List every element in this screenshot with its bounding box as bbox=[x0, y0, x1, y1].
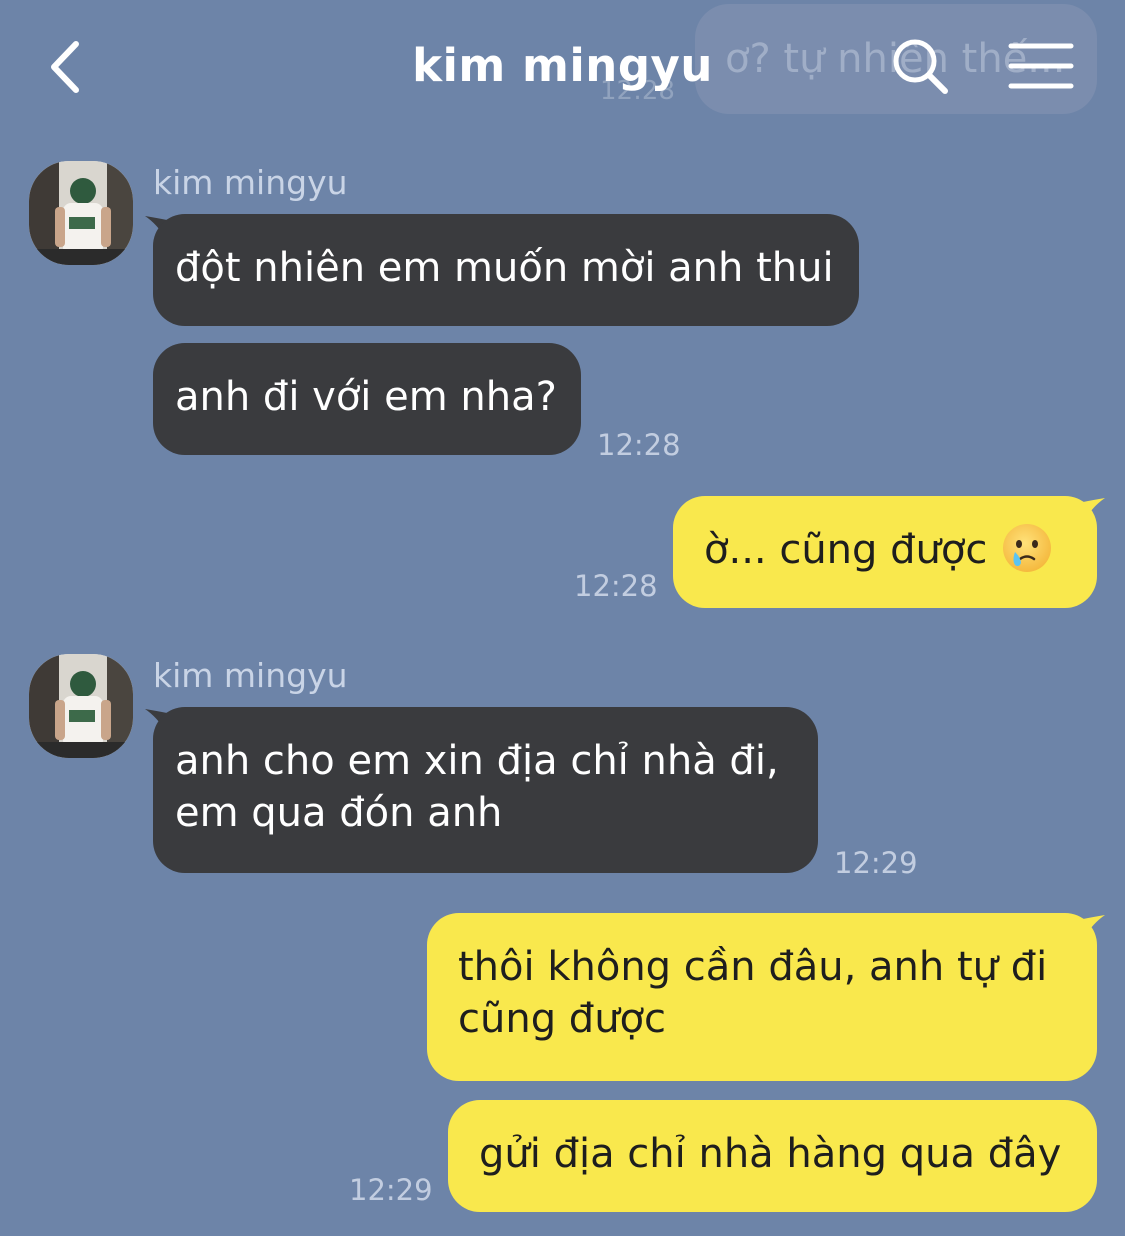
bubble-tail bbox=[1083, 498, 1105, 522]
chat-screen: 12:28 ơ? tự nhiên thế... kim mingyu kim … bbox=[0, 0, 1125, 1236]
message-bubble-incoming[interactable]: anh cho em xin địa chỉ nhà đi, em qua đó… bbox=[153, 707, 818, 873]
message-bubble-outgoing[interactable]: ờ... cũng được bbox=[673, 496, 1097, 608]
avatar[interactable] bbox=[29, 161, 133, 265]
message-bubble-incoming[interactable]: anh đi với em nha? bbox=[153, 343, 581, 455]
menu-button[interactable] bbox=[1006, 40, 1076, 92]
message-text-line: cũng được bbox=[458, 996, 667, 1042]
message-bubble-outgoing[interactable]: thôi không cần đâu, anh tự đi cũng được bbox=[427, 913, 1097, 1081]
message-time: 12:29 bbox=[834, 846, 918, 880]
message-text: ờ... cũng được bbox=[704, 527, 988, 573]
chat-header: 12:28 ơ? tự nhiên thế... kim mingyu bbox=[0, 0, 1125, 130]
message-time: 12:28 bbox=[574, 569, 658, 603]
hamburger-menu-icon bbox=[1008, 43, 1074, 89]
bubble-tail bbox=[1083, 915, 1105, 939]
chat-title: kim mingyu bbox=[412, 39, 713, 92]
sender-name: kim mingyu bbox=[153, 656, 348, 695]
message-time: 12:29 bbox=[349, 1173, 433, 1207]
message-text: anh đi với em nha? bbox=[175, 374, 557, 420]
search-icon bbox=[893, 39, 948, 94]
avatar-photo bbox=[29, 654, 133, 758]
sender-name: kim mingyu bbox=[153, 163, 348, 202]
message-bubble-incoming[interactable]: đột nhiên em muốn mời anh thui bbox=[153, 214, 859, 326]
message-bubble-outgoing[interactable]: gửi địa chỉ nhà hàng qua đây bbox=[448, 1100, 1097, 1212]
message-text: gửi địa chỉ nhà hàng qua đây bbox=[479, 1131, 1062, 1177]
crying-face-icon bbox=[1003, 524, 1052, 572]
message-text-line: anh cho em xin địa chỉ nhà đi, bbox=[175, 738, 779, 784]
message-time: 12:28 bbox=[597, 428, 681, 462]
message-text-line: thôi không cần đâu, anh tự đi bbox=[458, 944, 1048, 990]
message-text: đột nhiên em muốn mời anh thui bbox=[175, 245, 834, 291]
search-button[interactable] bbox=[888, 34, 952, 98]
avatar-photo bbox=[29, 161, 133, 265]
message-text-line: em qua đón anh bbox=[175, 790, 503, 836]
avatar[interactable] bbox=[29, 654, 133, 758]
